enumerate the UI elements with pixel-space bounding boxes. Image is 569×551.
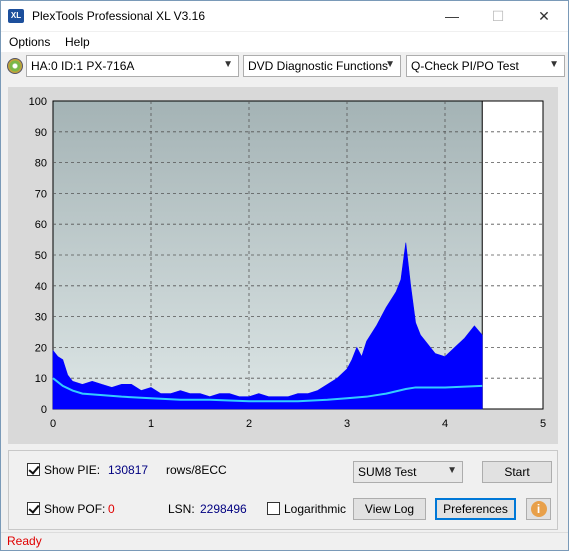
y-tick-label: 80 bbox=[35, 158, 47, 170]
menu-bar: Options Help bbox=[1, 32, 568, 52]
sum-test-select[interactable]: SUM8 Test ▼ bbox=[353, 461, 463, 483]
show-pof-label: Show POF: bbox=[44, 502, 106, 516]
lsn-value: 2298496 bbox=[200, 502, 247, 516]
pof-value: 0 bbox=[108, 502, 115, 516]
test-select-value: Q-Check PI/PO Test bbox=[411, 59, 519, 73]
chevron-down-icon: ▼ bbox=[549, 59, 559, 70]
show-pie-checkbox[interactable] bbox=[27, 463, 40, 476]
status-text: Ready bbox=[7, 534, 42, 548]
chevron-down-icon: ▼ bbox=[385, 59, 395, 70]
toolbar: HA:0 ID:1 PX-716A ▼ DVD Diagnostic Funct… bbox=[1, 53, 568, 81]
y-tick-label: 50 bbox=[35, 250, 47, 262]
function-select[interactable]: DVD Diagnostic Functions ▼ bbox=[243, 55, 401, 77]
logarithmic-checkbox[interactable] bbox=[267, 502, 280, 515]
window-title: PlexTools Professional XL V3.16 bbox=[32, 9, 205, 23]
drive-select[interactable]: HA:0 ID:1 PX-716A ▼ bbox=[26, 55, 239, 77]
maximize-button[interactable]: ☐ bbox=[475, 1, 521, 31]
y-tick-label: 10 bbox=[35, 373, 47, 385]
pie-chart: 10090807060504030201000 1 2 3 4 5 bbox=[29, 96, 546, 430]
drive-select-value: HA:0 ID:1 PX-716A bbox=[31, 59, 135, 73]
menu-help[interactable]: Help bbox=[65, 35, 90, 49]
y-tick-label: 90 bbox=[35, 127, 47, 139]
y-tick-label: 20 bbox=[35, 342, 47, 354]
preferences-button[interactable]: Preferences bbox=[435, 498, 516, 520]
view-log-button[interactable]: View Log bbox=[353, 498, 426, 520]
chart-panel: 100 90 80 70 60 50 40 30 20 10 0 0 1 2 3 4 5 bbox=[8, 87, 558, 444]
start-button[interactable]: Start bbox=[482, 461, 552, 483]
close-button[interactable]: ✕ bbox=[521, 1, 567, 31]
logarithmic-label: Logarithmic bbox=[284, 502, 347, 516]
x-tick-label: 3 bbox=[344, 418, 350, 430]
function-select-value: DVD Diagnostic Functions bbox=[248, 59, 389, 73]
status-bar: Ready bbox=[1, 532, 568, 550]
test-select[interactable]: Q-Check PI/PO Test ▼ bbox=[406, 55, 565, 77]
menu-options[interactable]: Options bbox=[9, 35, 50, 49]
pie-unit: rows/8ECC bbox=[166, 463, 227, 477]
controls-panel: Show PIE: 130817 rows/8ECC Show POF: 0 L… bbox=[8, 450, 558, 530]
main-window: XL PlexTools Professional XL V3.16 — ☐ ✕… bbox=[0, 0, 569, 551]
chevron-down-icon: ▼ bbox=[223, 59, 233, 70]
x-tick-label: 2 bbox=[246, 418, 252, 430]
sum-test-value: SUM8 Test bbox=[358, 465, 417, 479]
x-tick-label: 0 bbox=[50, 418, 56, 430]
y-tick-label: 40 bbox=[35, 281, 47, 293]
chevron-down-icon: ▼ bbox=[447, 465, 457, 476]
minimize-button[interactable]: — bbox=[429, 1, 475, 31]
y-tick-label: 100 bbox=[29, 96, 47, 108]
disc-icon bbox=[7, 58, 23, 74]
show-pof-checkbox[interactable] bbox=[27, 502, 40, 515]
lsn-label: LSN: bbox=[168, 502, 195, 516]
x-tick-label: 5 bbox=[540, 418, 546, 430]
y-tick-label: 0 bbox=[41, 404, 47, 416]
x-tick-label: 4 bbox=[442, 418, 448, 430]
title-bar: XL PlexTools Professional XL V3.16 — ☐ ✕ bbox=[1, 1, 568, 31]
info-button[interactable]: i bbox=[526, 498, 551, 520]
app-logo-icon: XL bbox=[8, 9, 24, 23]
show-pie-label: Show PIE: bbox=[44, 463, 101, 477]
y-tick-label: 30 bbox=[35, 312, 47, 324]
y-tick-label: 70 bbox=[35, 188, 47, 200]
x-tick-label: 1 bbox=[148, 418, 154, 430]
y-tick-label: 60 bbox=[35, 219, 47, 231]
pie-value: 130817 bbox=[108, 463, 149, 477]
info-icon: i bbox=[530, 501, 547, 517]
